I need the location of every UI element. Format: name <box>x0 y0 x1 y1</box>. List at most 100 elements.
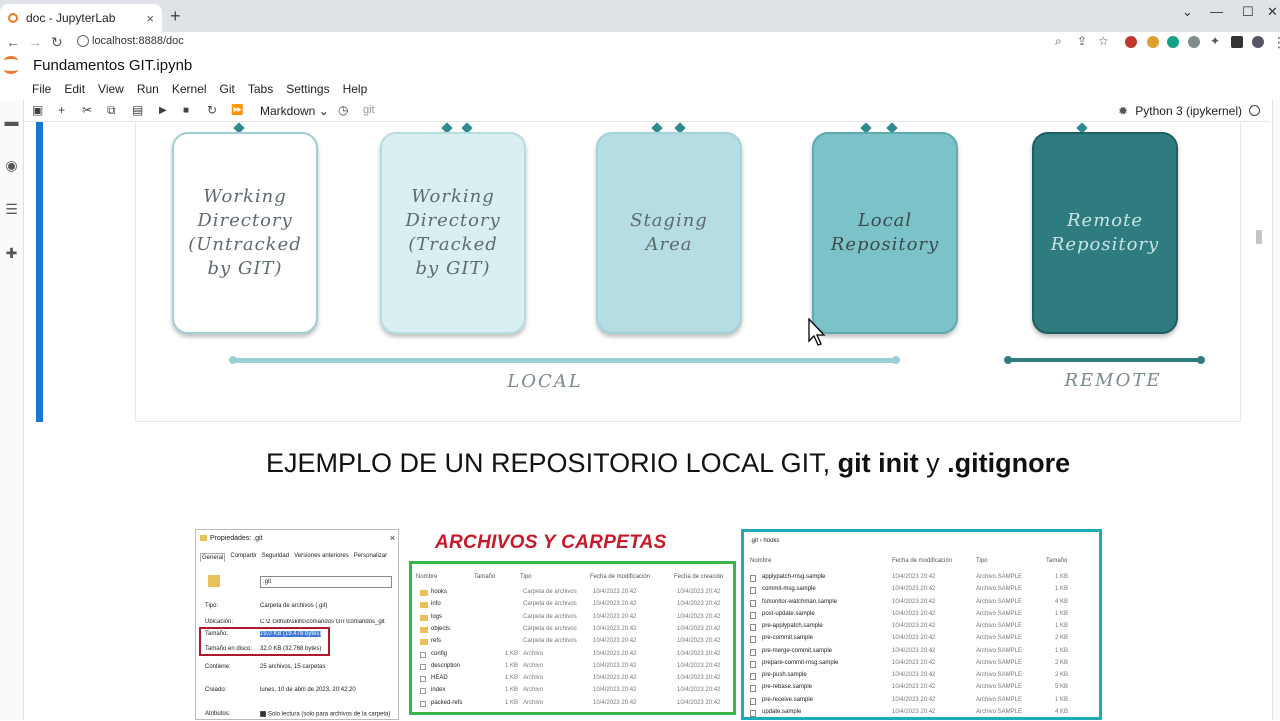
col-header[interactable]: Tipo <box>520 574 531 580</box>
running-icon[interactable]: ◉ <box>4 158 19 172</box>
cell-size: 1 KB <box>1055 586 1069 593</box>
close-window-button[interactable]: ✕ <box>1267 4 1278 20</box>
folder-icon[interactable]: ▬ <box>4 114 19 128</box>
hook-row[interactable]: pre-push.sample 10/4/2023 20:42 Archivo SA… <box>750 672 1100 684</box>
debugger-bug-icon[interactable]: ✹ <box>1118 104 1128 118</box>
extension-icon[interactable] <box>1147 36 1159 48</box>
restart-icon[interactable]: ↻ <box>207 103 217 117</box>
file-row[interactable]: info Carpeta de archivos 10/4/2023 20:42 10… <box>416 601 734 612</box>
close-icon[interactable]: × <box>390 533 395 543</box>
back-icon[interactable]: ← <box>6 34 20 50</box>
col-header[interactable]: Tipo <box>976 558 987 564</box>
file-row[interactable]: refs Carpeta de archivos 10/4/2023 20:42 10… <box>416 638 734 649</box>
menu-run[interactable]: Run <box>137 82 159 96</box>
file-row[interactable]: HEAD 1 KB Archivo 10/4/2023 20:42 10/4/2023 … <box>416 675 734 686</box>
bookmark-star-icon[interactable]: ☆ <box>1098 34 1109 48</box>
hook-row[interactable]: fsmonitor-watchman.sample 10/4/2023 20:42… <box>750 599 1100 611</box>
hook-row[interactable]: post-update.sample 10/4/2023 20:42 Archivo… <box>750 611 1100 623</box>
extensions-puzzle-icon[interactable]: ✦ <box>1210 34 1220 48</box>
cell-name: hooks <box>431 589 448 595</box>
share-icon[interactable]: ⇪ <box>1077 34 1087 48</box>
menu-tabs[interactable]: Tabs <box>248 82 273 96</box>
menu-file[interactable]: File <box>32 82 51 96</box>
file-icon <box>750 685 756 693</box>
col-header[interactable]: Tamaño <box>474 574 495 580</box>
col-header[interactable]: Fecha de modificación <box>892 558 952 564</box>
menu-git[interactable]: Git <box>220 82 235 96</box>
col-header[interactable]: Fecha de modificación <box>590 574 650 580</box>
extension-icon[interactable] <box>1188 36 1200 48</box>
file-row[interactable]: index 1 KB Archivo 10/4/2023 20:42 10/4/2023… <box>416 687 734 698</box>
menu-edit[interactable]: Edit <box>64 82 85 96</box>
checkbox-icon[interactable] <box>260 711 266 717</box>
cell-name: packed-refs <box>431 699 463 706</box>
minimize-button[interactable]: — <box>1210 4 1223 19</box>
hook-row[interactable]: pre-applypatch.sample 10/4/2023 20:42 Arch… <box>750 623 1100 635</box>
hook-row[interactable]: pre-merge-commit.sample 10/4/2023 20:42 Ar… <box>750 648 1100 660</box>
col-header[interactable]: Nombre <box>416 574 437 580</box>
hook-row[interactable]: pre-rebase.sample 10/4/2023 20:42 Archivo … <box>750 684 1100 696</box>
file-row[interactable]: config 1 KB Archivo 10/4/2023 20:42 10/4/202… <box>416 651 734 662</box>
profile-avatar-icon[interactable] <box>1252 36 1264 48</box>
tab-general[interactable]: General <box>200 553 226 562</box>
crumb-git[interactable]: .git <box>750 538 758 544</box>
tab-versiones[interactable]: Versiones anteriores <box>294 553 349 562</box>
tab-seguridad[interactable]: Seguridad <box>262 553 289 562</box>
forward-icon[interactable]: → <box>28 34 42 50</box>
col-header[interactable]: Tamaño <box>1046 558 1067 564</box>
file-row[interactable]: hooks Carpeta de archivos 10/4/2023 20:42 1… <box>416 589 734 600</box>
file-row[interactable]: logs Carpeta de archivos 10/4/2023 20:42 10… <box>416 614 734 625</box>
sidepanel-icon[interactable] <box>1231 36 1243 48</box>
hook-row[interactable]: commit-msg.sample 10/4/2023 20:42 Archivo … <box>750 586 1100 598</box>
cell-type-select[interactable]: Markdown ⌄ <box>260 104 329 118</box>
menu-view[interactable]: View <box>98 82 124 96</box>
hook-row[interactable]: pre-receive.sample 10/4/2023 20:42 Archivo… <box>750 697 1100 709</box>
extension-grammarly-icon[interactable] <box>1167 36 1179 48</box>
extension-abp-icon[interactable] <box>1125 36 1137 48</box>
copy-icon[interactable]: ⧉ <box>107 103 116 118</box>
toc-icon[interactable]: ☰ <box>4 202 19 216</box>
hook-row[interactable]: update.sample 10/4/2023 20:42 Archivo SAMP… <box>750 709 1100 721</box>
menu-kernel[interactable]: Kernel <box>172 82 207 96</box>
new-tab-button[interactable]: + <box>170 6 181 27</box>
file-row[interactable]: description 1 KB Archivo 10/4/2023 20:42 10/… <box>416 663 734 674</box>
reload-icon[interactable]: ↻ <box>51 34 63 51</box>
cell-size: 1 KB <box>1055 647 1069 654</box>
hook-row[interactable]: pre-commit.sample 10/4/2023 20:42 Archivo … <box>750 635 1100 647</box>
menu-settings[interactable]: Settings <box>286 82 329 96</box>
scrollbar-thumb[interactable] <box>1256 230 1262 244</box>
add-cell-icon[interactable]: + <box>58 103 65 117</box>
url-input[interactable]: localhost:8888/doc <box>92 35 184 47</box>
zoom-icon[interactable]: ⌕ <box>1055 34 1062 49</box>
tab-compartir[interactable]: Compartir <box>230 553 256 562</box>
hook-row[interactable]: applypatch-msg.sample 10/4/2023 20:42 Arch… <box>750 574 1100 586</box>
hook-row[interactable]: prepare-commit-msg.sample 10/4/2023 20:42… <box>750 660 1100 672</box>
crumb-hooks[interactable]: hooks <box>763 538 779 544</box>
col-header[interactable]: Fecha de creación <box>674 574 723 580</box>
browser-tab[interactable]: doc - JupyterLab × <box>0 4 162 32</box>
folder-name-input[interactable]: .git <box>260 576 392 588</box>
cell-type: Archivo SAMPLE <box>976 684 1023 691</box>
save-icon[interactable]: ▣ <box>32 103 43 117</box>
site-info-icon[interactable] <box>77 35 89 47</box>
kernel-name[interactable]: Python 3 (ipykernel) <box>1135 104 1242 118</box>
run-all-icon[interactable]: ⏩ <box>231 105 243 116</box>
tab-personalizar[interactable]: Personalizar <box>354 553 387 562</box>
tab-search-icon[interactable]: ⌄ <box>1182 4 1193 20</box>
git-clock-icon[interactable]: ◷ <box>338 103 348 117</box>
maximize-button[interactable]: ☐ <box>1242 4 1254 20</box>
stop-icon[interactable]: ■ <box>183 105 189 116</box>
file-icon <box>420 688 426 695</box>
menu-kebab-icon[interactable]: ⋮ <box>1272 34 1280 51</box>
run-icon[interactable]: ▶ <box>159 105 167 116</box>
cut-icon[interactable]: ✂ <box>82 103 92 117</box>
extensions-icon[interactable]: ✚ <box>4 246 19 260</box>
paste-icon[interactable]: ▤ <box>132 103 143 117</box>
col-header[interactable]: Nombre <box>750 558 771 564</box>
menu-help[interactable]: Help <box>343 82 368 96</box>
file-row[interactable]: packed-refs 1 KB Archivo 10/4/2023 20:42 10/… <box>416 700 734 711</box>
file-row[interactable]: objects Carpeta de archivos 10/4/2023 20:4… <box>416 626 734 637</box>
cell-name: HEAD <box>431 675 448 682</box>
tab-close-icon[interactable]: × <box>146 11 154 26</box>
cell-type: Archivo SAMPLE <box>976 708 1023 715</box>
